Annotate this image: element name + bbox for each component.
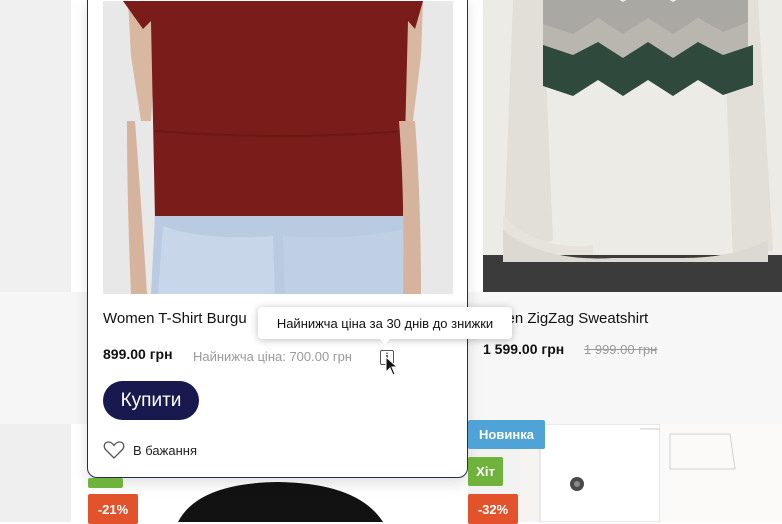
sweatshirt-illustration [483, 0, 782, 292]
heart-icon[interactable] [103, 440, 125, 460]
mouse-cursor-icon [385, 356, 399, 376]
lowest-price-tooltip: Найнижча ціна за 30 днів до знижки [258, 307, 512, 339]
buy-button[interactable]: Купити [103, 381, 199, 420]
product-price-sweatshirt: 1 599.00 грн [483, 341, 565, 357]
old-price-sweatshirt: 1 999.00 грн [584, 342, 658, 357]
tshirt-product-image[interactable] [103, 1, 453, 294]
dark-sweatshirt-illustration [88, 478, 468, 522]
white-jacket-illustration [520, 424, 782, 522]
left-bottom-product-image[interactable] [0, 424, 71, 522]
tshirt-illustration [103, 1, 453, 294]
tooltip-arrow [378, 337, 392, 344]
middle-bottom-product-image[interactable] [88, 478, 468, 522]
wishlist-label: В бажання [133, 442, 197, 458]
badge-new: Новинка [468, 420, 545, 449]
add-to-wishlist[interactable]: В бажання [103, 440, 197, 460]
product-title-sweatshirt[interactable]: men ZigZag Sweatshirt [494, 310, 648, 327]
product-title-tshirt[interactable]: Women T-Shirt Burgu [103, 310, 247, 327]
lowest-price-text: Найнижча ціна: 700.00 грн [193, 349, 352, 364]
product-price-tshirt: 899.00 грн [103, 346, 173, 362]
left-product-image[interactable] [0, 0, 71, 292]
badge-hit: Хіт [468, 457, 503, 486]
jacket-product-image[interactable] [520, 424, 782, 522]
badge-discount: -32% [468, 494, 518, 524]
badge-discount-left: -21% [88, 494, 138, 524]
sweatshirt-product-image[interactable] [483, 0, 782, 292]
left-product-info-area [0, 292, 88, 424]
badge-hit-left [88, 478, 123, 488]
